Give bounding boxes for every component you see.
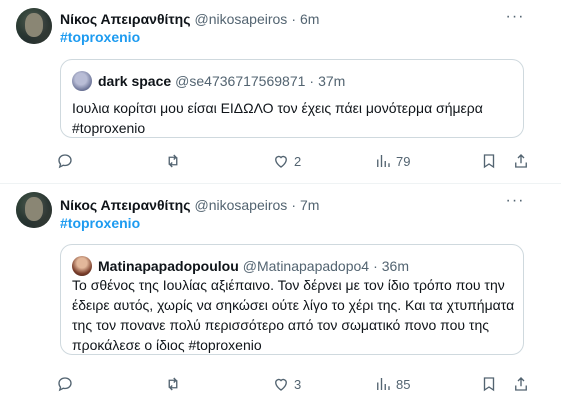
author-handle[interactable]: @nikosapeiros	[195, 197, 288, 213]
reply-button[interactable]	[56, 152, 78, 170]
heart-icon	[275, 378, 287, 391]
tweet-header: Νίκος Απειρανθίτης @nikosapeiros · 7m	[60, 196, 319, 214]
bookmark-icon	[483, 154, 495, 169]
views-button[interactable]: 85	[374, 375, 410, 393]
views-button[interactable]: 79	[374, 152, 410, 170]
quote-timestamp: 36m	[381, 258, 409, 274]
action-bar: 3 85	[56, 375, 527, 395]
like-count: 2	[294, 153, 302, 169]
avatar	[72, 256, 92, 276]
separator: ·	[309, 73, 315, 89]
hashtag-link[interactable]: #toproxenio	[60, 215, 140, 231]
avatar	[72, 71, 92, 91]
quote-author-handle: @se4736717569871	[175, 73, 306, 89]
author-name[interactable]: Νίκος Απειρανθίτης	[60, 197, 191, 213]
tweet[interactable]: Νίκος Απειρανθίτης @nikosapeiros · 7m ··…	[0, 184, 561, 400]
avatar[interactable]	[16, 8, 52, 44]
share-icon	[515, 377, 527, 391]
quote-header: Matinapapadopoulou @Matinapapadopo4 · 36…	[72, 256, 409, 276]
tweet[interactable]: Νίκος Απειρανθίτης @nikosapeiros · 6m ··…	[0, 0, 561, 184]
quoted-tweet[interactable]: dark space @se4736717569871 · 37m Ιουλια…	[60, 59, 524, 138]
more-icon[interactable]: ···	[505, 9, 525, 28]
retweet-icon	[168, 154, 178, 168]
reply-button[interactable]	[56, 375, 78, 393]
timestamp[interactable]: 7m	[300, 197, 319, 213]
like-button[interactable]: 3	[272, 375, 301, 393]
quote-author-name: Matinapapadopoulou	[98, 258, 239, 274]
avatar[interactable]	[16, 192, 52, 228]
views-icon	[377, 155, 390, 167]
view-count: 79	[396, 153, 411, 169]
reply-icon	[58, 377, 72, 392]
hashtag-link[interactable]: #toproxenio	[60, 29, 140, 45]
retweet-button[interactable]	[164, 375, 186, 393]
like-button[interactable]: 2	[272, 152, 301, 170]
share-button[interactable]	[512, 375, 530, 393]
action-bar: 2 79	[56, 152, 527, 172]
bookmark-button[interactable]	[480, 152, 498, 170]
retweet-icon	[168, 377, 178, 391]
separator: ·	[373, 258, 378, 274]
quote-header: dark space @se4736717569871 · 37m	[72, 71, 345, 91]
separator: ·	[291, 197, 296, 213]
quote-timestamp: 37m	[318, 73, 346, 89]
view-count: 85	[396, 376, 411, 392]
share-icon	[515, 154, 527, 168]
timestamp[interactable]: 6m	[300, 11, 319, 27]
bookmark-button[interactable]	[480, 375, 498, 393]
share-button[interactable]	[512, 152, 530, 170]
tweet-header: Νίκος Απειρανθίτης @nikosapeiros · 6m	[60, 10, 319, 28]
quote-author-handle: @Matinapapadopo4	[242, 258, 370, 274]
quoted-tweet[interactable]: Matinapapadopoulou @Matinapapadopo4 · 36…	[60, 244, 524, 355]
retweet-button[interactable]	[164, 152, 186, 170]
reply-icon	[58, 154, 72, 169]
author-handle[interactable]: @nikosapeiros	[195, 11, 288, 27]
more-icon[interactable]: ···	[505, 193, 525, 212]
quote-author-name: dark space	[98, 73, 172, 89]
views-icon	[377, 378, 390, 390]
bookmark-icon	[483, 377, 495, 392]
like-count: 3	[294, 376, 302, 392]
heart-icon	[275, 155, 287, 168]
quote-text: Το σθένος της Ιουλίας αξιέπαινο. Τον δέρ…	[72, 277, 515, 353]
quote-text: Ιουλια κορίτσι μου είσαι ΕΙΔΩΛΟ τον έχει…	[72, 100, 483, 136]
separator: ·	[291, 11, 296, 27]
author-name[interactable]: Νίκος Απειρανθίτης	[60, 11, 191, 27]
